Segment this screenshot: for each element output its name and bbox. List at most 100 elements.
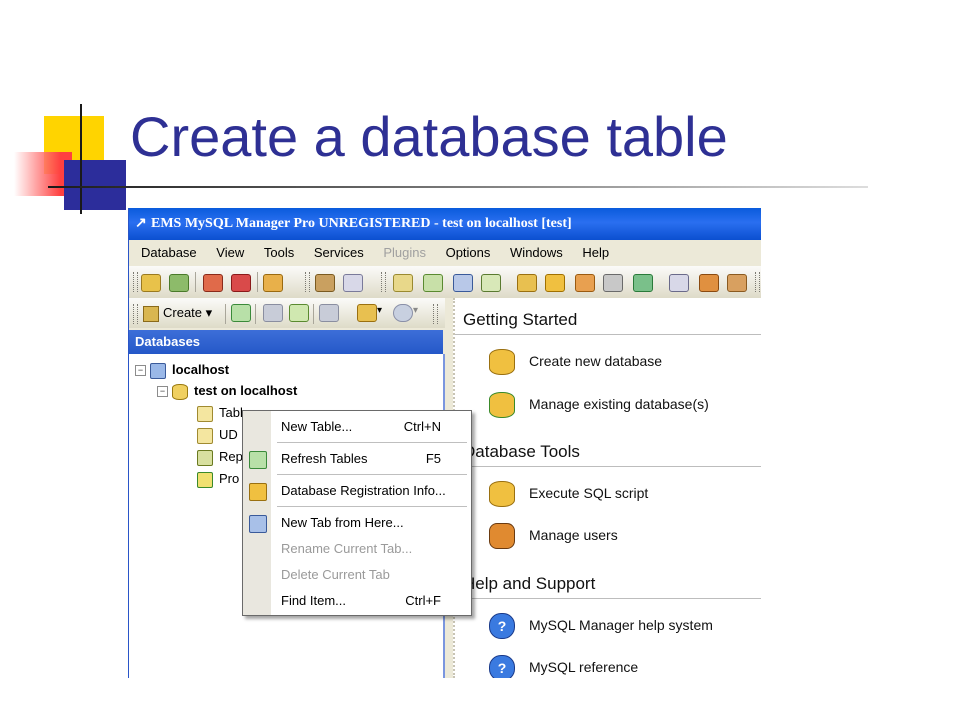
- create-button-label: Create: [163, 305, 203, 320]
- menu-item-label: Database Registration Info...: [281, 483, 446, 498]
- new-table-icon[interactable]: [423, 274, 443, 292]
- server-icon: [150, 362, 166, 379]
- menu-item-delete-current-tab[interactable]: Delete Current Tab: [243, 563, 471, 587]
- sql-editor-icon[interactable]: [517, 274, 537, 292]
- toolbar-separator: [255, 304, 256, 324]
- section-divider: [455, 598, 761, 599]
- menu-bar: Database View Tools Services Plugins Opt…: [129, 240, 761, 266]
- menu-item-shortcut: Ctrl+F: [405, 593, 441, 608]
- menu-item-rename-current-tab[interactable]: Rename Current Tab...: [243, 537, 471, 561]
- toolbar-separator: [257, 272, 258, 292]
- print-icon[interactable]: [603, 274, 623, 292]
- menu-database[interactable]: Database: [141, 240, 197, 266]
- refresh-icon[interactable]: [231, 304, 251, 322]
- toolbar-grip[interactable]: [133, 272, 138, 292]
- collapse-icon[interactable]: −: [157, 386, 168, 398]
- procedures-folder-icon: [197, 471, 213, 488]
- tree-node-database[interactable]: − test on localhost: [157, 381, 297, 401]
- view-options-icon[interactable]: [357, 304, 377, 322]
- globe-icon[interactable]: [393, 304, 413, 322]
- edit-icon[interactable]: [393, 274, 413, 292]
- reports-folder-icon: [197, 449, 213, 466]
- menu-help[interactable]: Help: [582, 240, 609, 266]
- connect-icon[interactable]: [203, 274, 223, 292]
- menu-plugins[interactable]: Plugins: [383, 240, 426, 266]
- menu-item-find-item[interactable]: Find Item... Ctrl+F: [243, 589, 471, 613]
- toolbar-separator: [225, 304, 226, 324]
- refresh-icon: [249, 451, 267, 469]
- link-execute-sql-script[interactable]: Execute SQL script: [489, 478, 648, 508]
- database-icon: [172, 383, 188, 400]
- chevron-down-icon[interactable]: ▾: [413, 305, 418, 316]
- window-list-icon[interactable]: [343, 274, 363, 292]
- disconnect-icon[interactable]: [231, 274, 251, 292]
- menu-windows[interactable]: Windows: [510, 240, 563, 266]
- create-button[interactable]: Create ▾: [139, 303, 216, 323]
- chevron-down-icon[interactable]: ▾: [377, 305, 382, 316]
- chart-icon[interactable]: [453, 274, 473, 292]
- menu-tools[interactable]: Tools: [264, 240, 294, 266]
- execute-script-icon[interactable]: [545, 274, 565, 292]
- tree-node-reports[interactable]: Rep: [197, 447, 243, 467]
- tree-label-server: localhost: [172, 362, 230, 377]
- toolbar-grip[interactable]: [433, 304, 438, 324]
- toolbar-grip[interactable]: [755, 272, 760, 292]
- toolbar-grip[interactable]: [305, 272, 310, 292]
- menu-item-label: Refresh Tables: [281, 451, 368, 466]
- menu-item-label: Delete Current Tab: [281, 567, 390, 582]
- link-create-new-database[interactable]: Create new database: [489, 346, 662, 376]
- tables-folder-icon: [197, 405, 213, 422]
- section-divider: [455, 466, 761, 467]
- sql-script-icon: [489, 481, 515, 507]
- tree-label-database: test on localhost: [194, 383, 298, 398]
- menu-item-label: New Table...: [281, 419, 353, 434]
- tree-node-procedures[interactable]: Pro: [197, 469, 239, 489]
- menu-item-new-tab-from-here[interactable]: New Tab from Here...: [243, 511, 471, 535]
- menu-item-shortcut: Ctrl+N: [403, 419, 441, 434]
- app-logo-icon: ↗: [135, 216, 147, 231]
- menu-separator: [277, 474, 467, 475]
- add-field-icon[interactable]: [481, 274, 501, 292]
- users-icon: [489, 523, 515, 549]
- main-toolbar: [129, 266, 761, 299]
- link-label: MySQL Manager help system: [529, 617, 713, 633]
- menu-item-new-table[interactable]: New Table... Ctrl+N: [243, 415, 471, 439]
- register-database-icon[interactable]: [141, 274, 161, 292]
- database-properties-icon[interactable]: [263, 274, 283, 292]
- window-titlebar[interactable]: ↗ EMS MySQL Manager Pro UNREGISTERED - te…: [129, 208, 761, 240]
- menu-separator: [277, 442, 467, 443]
- import-data-icon[interactable]: [633, 274, 653, 292]
- link-manage-users[interactable]: Manage users: [489, 520, 618, 550]
- drop-object-icon[interactable]: [263, 304, 283, 322]
- grant-manager-icon[interactable]: [727, 274, 747, 292]
- link-help-system[interactable]: ? MySQL Manager help system: [489, 610, 713, 640]
- tree-node-udfs[interactable]: UD: [197, 425, 238, 445]
- edit-object-icon[interactable]: [289, 304, 309, 322]
- compare-icon[interactable]: [669, 274, 689, 292]
- restore-icon[interactable]: [319, 304, 339, 322]
- menu-item-database-registration-info[interactable]: Database Registration Info...: [243, 479, 471, 503]
- link-mysql-reference[interactable]: ? MySQL reference: [489, 652, 638, 678]
- link-manage-existing-databases[interactable]: Manage existing database(s): [489, 389, 709, 419]
- tree-node-server[interactable]: − localhost: [135, 360, 229, 380]
- menu-item-label: Rename Current Tab...: [281, 541, 413, 556]
- menu-item-refresh-tables[interactable]: Refresh Tables F5: [243, 447, 471, 471]
- toolbar-grip[interactable]: [381, 272, 386, 292]
- section-divider: [455, 334, 761, 335]
- export-data-icon[interactable]: [575, 274, 595, 292]
- menu-options[interactable]: Options: [446, 240, 491, 266]
- menu-item-label: Find Item...: [281, 593, 347, 608]
- hand-tool-icon[interactable]: [315, 274, 335, 292]
- unregister-database-icon[interactable]: [169, 274, 189, 292]
- collapse-icon[interactable]: −: [135, 365, 146, 377]
- menu-services[interactable]: Services: [314, 240, 364, 266]
- link-label: Manage existing database(s): [529, 396, 709, 412]
- menu-item-shortcut: F5: [425, 451, 441, 466]
- section-title-help-and-support: Help and Support: [463, 574, 596, 593]
- menu-view[interactable]: View: [216, 240, 244, 266]
- toolbar-grip[interactable]: [133, 304, 138, 324]
- users-icon[interactable]: [699, 274, 719, 292]
- help-icon: ?: [489, 655, 515, 678]
- slide-decoration-vline: [80, 104, 82, 214]
- help-icon: ?: [489, 613, 515, 639]
